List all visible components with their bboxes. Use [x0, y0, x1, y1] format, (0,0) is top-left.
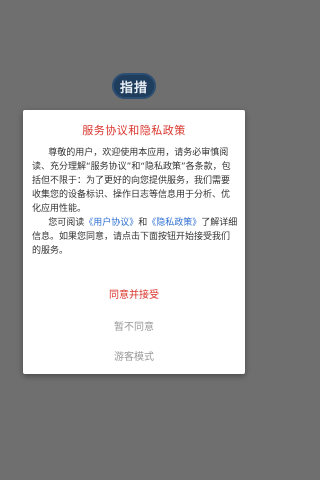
agreement-paragraph: 尊敬的用户，欢迎使用本应用，请务必审慎阅读、充分理解“服务协议”和“隐私政策”各…: [32, 148, 231, 214]
app-logo: 指措: [112, 73, 156, 99]
app-logo-text: 指措: [119, 80, 148, 96]
privacy-policy-link[interactable]: 《隐私政策》: [147, 218, 201, 228]
agree-button[interactable]: 同意并接受: [23, 286, 245, 301]
dialog-title: 服务协议和隐私政策: [82, 124, 186, 137]
links-paragraph: 您可阅读《用户协议》和《隐私政策》了解详细信息。如果您同意，请点击下面按钮开始接…: [32, 216, 238, 258]
guest-mode-button[interactable]: 游客模式: [23, 348, 245, 363]
privacy-dialog: 服务协议和隐私政策 尊敬的用户，欢迎使用本应用，请务必审慎阅读、充分理解“服务协…: [23, 110, 245, 374]
dialog-body: 尊敬的用户，欢迎使用本应用，请务必审慎阅读、充分理解“服务协议”和“隐私政策”各…: [32, 146, 238, 258]
disagree-button[interactable]: 暂不同意: [23, 318, 245, 333]
user-agreement-link[interactable]: 《用户协议》: [84, 218, 138, 228]
links-prefix: 您可阅读: [48, 218, 85, 228]
links-and: 和: [138, 218, 148, 228]
